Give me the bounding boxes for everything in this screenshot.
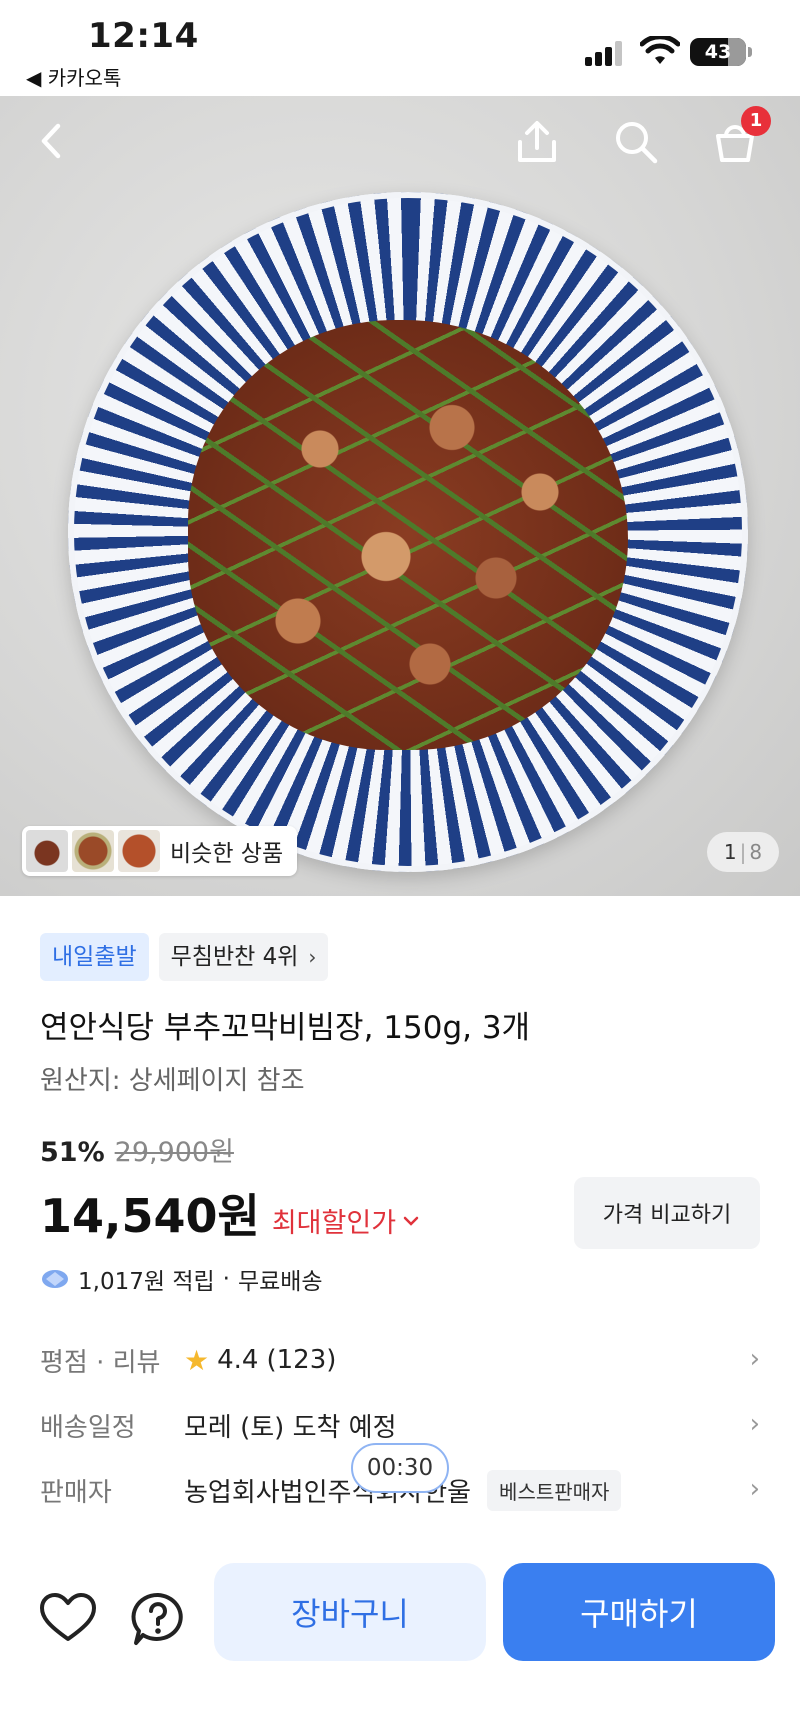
points-earned: 1,017원 적립 [78,1269,215,1295]
chevron-right-icon: › [308,945,317,969]
back-to-app-link[interactable]: ◀ 카카오톡 [26,62,121,91]
similar-product-thumb [72,830,114,872]
image-counter: 1 | 8 [707,832,779,872]
similar-product-thumb [118,830,160,872]
star-icon: ★ [184,1343,210,1377]
status-bar: 12:14 ◀ 카카오톡 43 [0,0,800,96]
signal-icon [585,40,625,66]
share-icon[interactable] [514,118,560,166]
rating-review-row[interactable]: 평점 · 리뷰 ★ 4.4 (123) › [40,1340,760,1380]
shipping-tag: 내일출발 [40,933,149,981]
battery-tip [748,47,752,57]
status-time: 12:14 [88,16,199,56]
delivery-value: 모레 (토) 도착 예정 [184,1412,397,1443]
image-counter-separator: | [739,840,747,864]
heart-icon[interactable] [38,1589,98,1649]
image-index: 1 [723,840,737,864]
discount-row: 51% 29,900원 [40,1130,234,1169]
question-icon[interactable] [128,1589,188,1649]
buy-now-button[interactable]: 구매하기 [503,1563,775,1661]
points-row: 1,017원 적립 · 무료배송 [40,1262,323,1296]
add-to-cart-button[interactable]: 장바구니 [214,1563,486,1661]
search-icon[interactable] [612,118,660,166]
product-origin: 원산지: 상세페이지 참조 [40,1066,305,1096]
max-discount-toggle[interactable]: 최대할인가 [272,1201,420,1240]
similar-products-button[interactable]: 비슷한 상품 [22,826,298,876]
chevron-right-icon: › [749,1474,760,1504]
ranking-tag-label: 무침반찬 4위 [170,944,299,970]
review-count: (123) [266,1345,337,1375]
product-photo-plate [68,192,748,872]
product-title: 연안식당 부추꼬막비빔장, 150g, 3개 [40,1010,531,1046]
points-separator: · [222,1266,230,1292]
chevron-right-icon: › [749,1409,760,1439]
battery-icon: 43 [690,38,746,66]
max-discount-label: 최대할인가 [271,1208,397,1239]
back-arrow-icon[interactable] [34,118,70,164]
price-compare-button[interactable]: 가격 비교하기 [574,1177,760,1249]
similar-products-label: 비슷한 상품 [170,841,284,867]
product-tags: 내일출발 무침반찬 4위 › [40,933,329,981]
ranking-tag[interactable]: 무침반찬 4위 › [158,933,329,981]
battery-level-text: 43 [704,41,732,63]
cart-count-badge: 1 [741,106,771,136]
price-row: 14,540원 최대할인가 [40,1180,420,1246]
chevron-right-icon: › [749,1344,760,1374]
similar-product-thumb [26,830,68,872]
bottom-action-bar: 장바구니 구매하기 [0,1545,800,1731]
timer-badge: 00:30 [351,1443,449,1493]
wifi-icon [640,36,680,64]
rating-value-group: ★ 4.4 (123) [184,1344,336,1377]
shipping-fee: 무료배송 [237,1269,323,1295]
product-photo-food [188,320,628,750]
sale-price: 14,540원 [40,1189,260,1243]
discount-rate: 51% [40,1137,105,1168]
delivery-label: 배송일정 [40,1412,136,1443]
chevron-down-icon [403,1216,419,1226]
product-image-carousel[interactable] [0,96,800,896]
delivery-row[interactable]: 배송일정 모레 (토) 도착 예정 › [40,1405,760,1445]
image-total: 8 [749,840,763,864]
rating-value: 4.4 [217,1345,259,1375]
original-price: 29,900원 [114,1137,234,1168]
best-seller-badge: 베스트판매자 [487,1469,622,1511]
seller-label: 판매자 [40,1477,112,1508]
points-coin-icon [42,1270,68,1288]
rating-label: 평점 · 리뷰 [40,1347,161,1378]
